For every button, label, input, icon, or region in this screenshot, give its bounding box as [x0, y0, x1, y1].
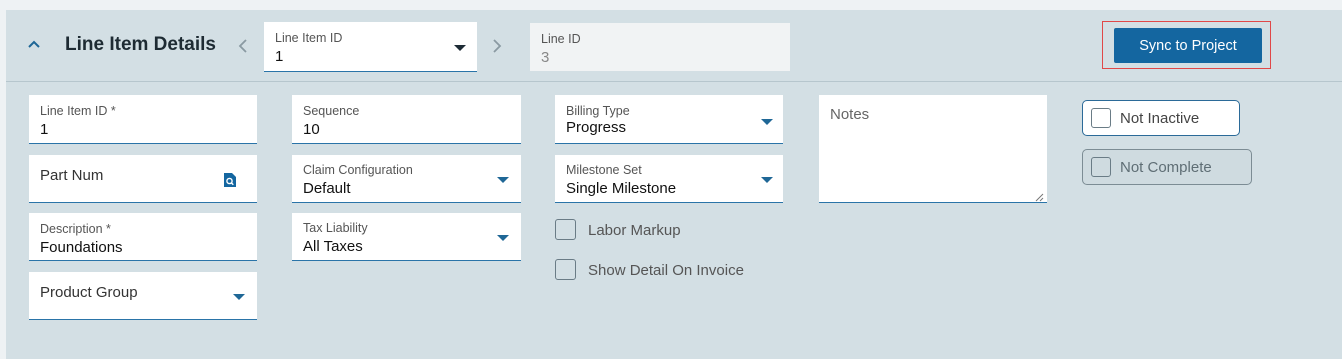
labor-markup-checkbox[interactable]: Labor Markup	[555, 218, 755, 244]
part-num-field[interactable]: Part Num	[29, 155, 257, 203]
dropdown-caret-icon	[497, 235, 509, 241]
dropdown-caret-icon	[497, 177, 509, 183]
milestone-set-value: Single Milestone	[566, 180, 677, 197]
line-item-id-selector-label: Line Item ID	[275, 31, 343, 45]
labor-markup-label: Labor Markup	[588, 222, 681, 239]
claim-configuration-label: Claim Configuration	[303, 163, 413, 177]
line-item-id-label: Line Item ID *	[40, 104, 116, 118]
chevron-left-icon[interactable]	[236, 38, 250, 54]
dropdown-caret-icon	[761, 177, 773, 183]
description-value: Foundations	[40, 239, 123, 256]
sync-to-project-button[interactable]: Sync to Project	[1114, 28, 1262, 63]
claim-configuration-dropdown[interactable]: Claim Configuration Default	[292, 155, 521, 203]
checkbox-icon	[555, 259, 576, 280]
dropdown-caret-icon	[233, 294, 245, 300]
product-group-dropdown[interactable]: Product Group	[29, 272, 257, 320]
milestone-set-dropdown[interactable]: Milestone Set Single Milestone	[555, 155, 783, 203]
billing-type-dropdown[interactable]: Billing Type Progress	[555, 95, 783, 144]
section-title: Line Item Details	[65, 34, 216, 55]
sequence-label: Sequence	[303, 104, 360, 118]
chevron-up-icon[interactable]	[26, 36, 42, 52]
line-item-id-value: 1	[40, 121, 49, 138]
line-id-field: Line ID 3	[530, 23, 790, 71]
description-label: Description *	[40, 222, 111, 236]
tax-liability-label: Tax Liability	[303, 221, 368, 235]
line-item-id-selector[interactable]: Line Item ID 1	[264, 22, 477, 72]
product-group-label: Product Group	[40, 284, 138, 301]
resize-handle-icon[interactable]	[1034, 189, 1044, 202]
sequence-field[interactable]: Sequence 10	[292, 95, 521, 144]
dropdown-caret-icon	[761, 119, 773, 125]
billing-type-label: Billing Type	[566, 104, 630, 118]
not-inactive-toggle[interactable]: Not Inactive	[1082, 100, 1240, 136]
search-document-icon[interactable]	[223, 172, 237, 188]
checkbox-icon	[1091, 157, 1111, 177]
not-complete-toggle[interactable]: Not Complete	[1082, 149, 1252, 185]
show-detail-on-invoice-label: Show Detail On Invoice	[588, 262, 744, 279]
line-id-label: Line ID	[541, 32, 581, 46]
chevron-right-icon[interactable]	[490, 38, 504, 54]
dropdown-caret-icon	[454, 45, 466, 51]
checkbox-icon	[1091, 108, 1111, 128]
header-divider	[6, 81, 1342, 82]
line-item-id-selector-value: 1	[275, 48, 284, 65]
line-id-value: 3	[541, 49, 550, 66]
not-inactive-label: Not Inactive	[1120, 110, 1200, 127]
show-detail-on-invoice-checkbox[interactable]: Show Detail On Invoice	[555, 258, 765, 284]
notes-textarea[interactable]: Notes	[819, 95, 1047, 203]
notes-label: Notes	[830, 106, 870, 123]
checkbox-icon	[555, 219, 576, 240]
milestone-set-label: Milestone Set	[566, 163, 642, 177]
sequence-value: 10	[303, 121, 320, 138]
tax-liability-dropdown[interactable]: Tax Liability All Taxes	[292, 213, 521, 261]
description-field[interactable]: Description * Foundations	[29, 213, 257, 261]
part-num-label: Part Num	[40, 167, 104, 184]
line-item-id-field[interactable]: Line Item ID * 1	[29, 95, 257, 144]
claim-configuration-value: Default	[303, 180, 351, 197]
not-complete-label: Not Complete	[1120, 159, 1212, 176]
tax-liability-value: All Taxes	[303, 238, 363, 255]
billing-type-value: Progress	[566, 119, 627, 136]
